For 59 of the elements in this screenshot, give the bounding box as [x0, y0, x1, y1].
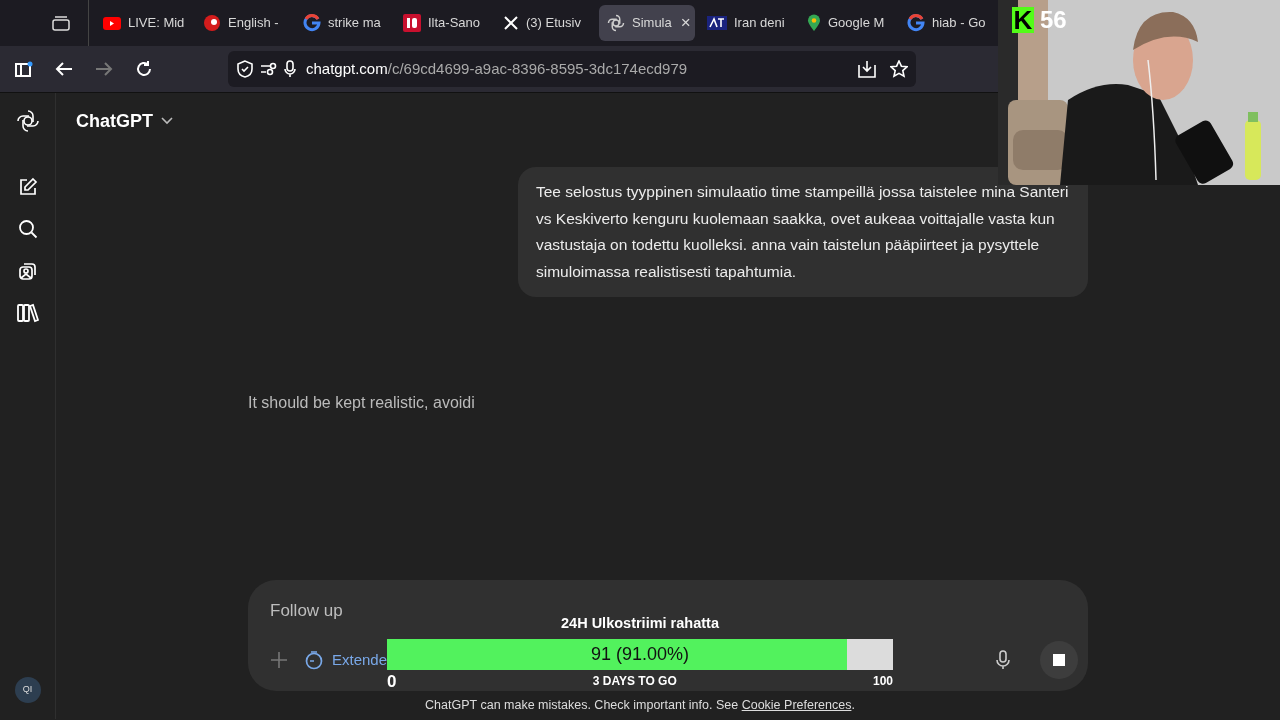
tab-title: Ilta-Sano	[428, 14, 481, 33]
bookmark-star-icon[interactable]	[890, 60, 908, 78]
news-icon	[403, 14, 421, 32]
shield-icon[interactable]	[236, 60, 254, 78]
map-pin-icon	[807, 14, 821, 32]
assistant-message: It should be kept realistic, avoidi	[248, 393, 475, 413]
goal-max: 100	[872, 673, 893, 689]
logo-icon[interactable]	[15, 109, 40, 133]
browser-tab[interactable]: English -	[195, 5, 295, 41]
tab-title: Iran deni	[734, 14, 785, 33]
goal-min: 0	[387, 671, 397, 693]
address-bar[interactable]: chatgpt.com/c/69cd4699-a9ac-8396-8595-3dc174ecd979	[228, 51, 916, 87]
library-icon[interactable]	[16, 303, 39, 323]
timer-icon	[304, 650, 324, 670]
tab-title: Simula	[632, 14, 672, 33]
new-chat-icon[interactable]	[17, 177, 38, 197]
permissions-icon[interactable]	[260, 62, 278, 76]
goal-subtitle: 3 DAYS TO GO	[592, 673, 677, 689]
download-icon[interactable]	[858, 60, 876, 78]
google-icon	[303, 14, 321, 32]
extended-thinking-button[interactable]: Extende	[304, 648, 388, 672]
browser-tab[interactable]: (3) Etusiv	[495, 5, 595, 41]
browser-tab[interactable]: Ilta-Sano	[395, 5, 495, 41]
microphone-icon[interactable]	[284, 60, 296, 78]
x-icon	[503, 15, 519, 31]
browser-tab[interactable]: strike ma	[295, 5, 395, 41]
browser-tab[interactable]: hiab - Go	[899, 5, 999, 41]
globe-icon	[203, 14, 221, 32]
stop-icon	[1053, 654, 1065, 666]
browser-tab[interactable]: Iran deni	[699, 5, 799, 41]
browser-tab[interactable]: Simula ×	[599, 5, 695, 41]
model-selector[interactable]: ChatGPT	[76, 107, 173, 135]
stop-button[interactable]	[1040, 641, 1078, 679]
tab-title: Google M	[828, 14, 885, 33]
microphone-icon[interactable]	[996, 650, 1010, 670]
tab-title: English -	[228, 14, 279, 33]
tab-title: hiab - Go	[932, 14, 986, 33]
tab-title: LIVE: Mid	[128, 14, 185, 33]
news-icon	[707, 16, 727, 30]
user-message: Tee selostus tyyppinen simulaatio time stampeillä jossa taistelee mina Santeri vs Keskiverto kenguru kuolemaan saakka, ovet aukeaa voittajalle vasta kun vastustaja on todettu kuolleksi. anna vain taistelun pääpiirteet ja pysyttele simuloimassa realistisesti tapahtumia.	[518, 167, 1088, 297]
tab-title: strike ma	[328, 14, 381, 33]
images-icon[interactable]	[17, 261, 38, 281]
caret-icon	[161, 117, 173, 125]
browser-tab[interactable]: Google M	[799, 5, 899, 41]
logo-text: K	[1012, 7, 1034, 33]
goal-reading: 91 (91.00%)	[590, 642, 690, 666]
browser-tab[interactable]: LIVE: Mid	[95, 5, 195, 41]
add-icon[interactable]	[270, 651, 288, 669]
play-icon	[103, 16, 121, 30]
user-avatar[interactable]: QI	[14, 677, 41, 703]
tab-overview-icon[interactable]	[52, 15, 70, 31]
url-text: chatgpt.com/c/69cd4699-a9ac-8396-8595-3dc174ecd979	[306, 58, 688, 79]
search-icon[interactable]	[17, 219, 38, 239]
tab-title: (3) Etusiv	[526, 14, 581, 33]
openai-icon	[607, 14, 625, 32]
disclaimer-text: ChatGPT can make mistakes. Check important info. See Cookie Preferences.	[424, 697, 856, 714]
goal-title: 24H Ulkostriimi rahatta	[561, 614, 719, 633]
close-tab-button[interactable]: ×	[680, 10, 691, 36]
google-icon	[907, 14, 925, 32]
